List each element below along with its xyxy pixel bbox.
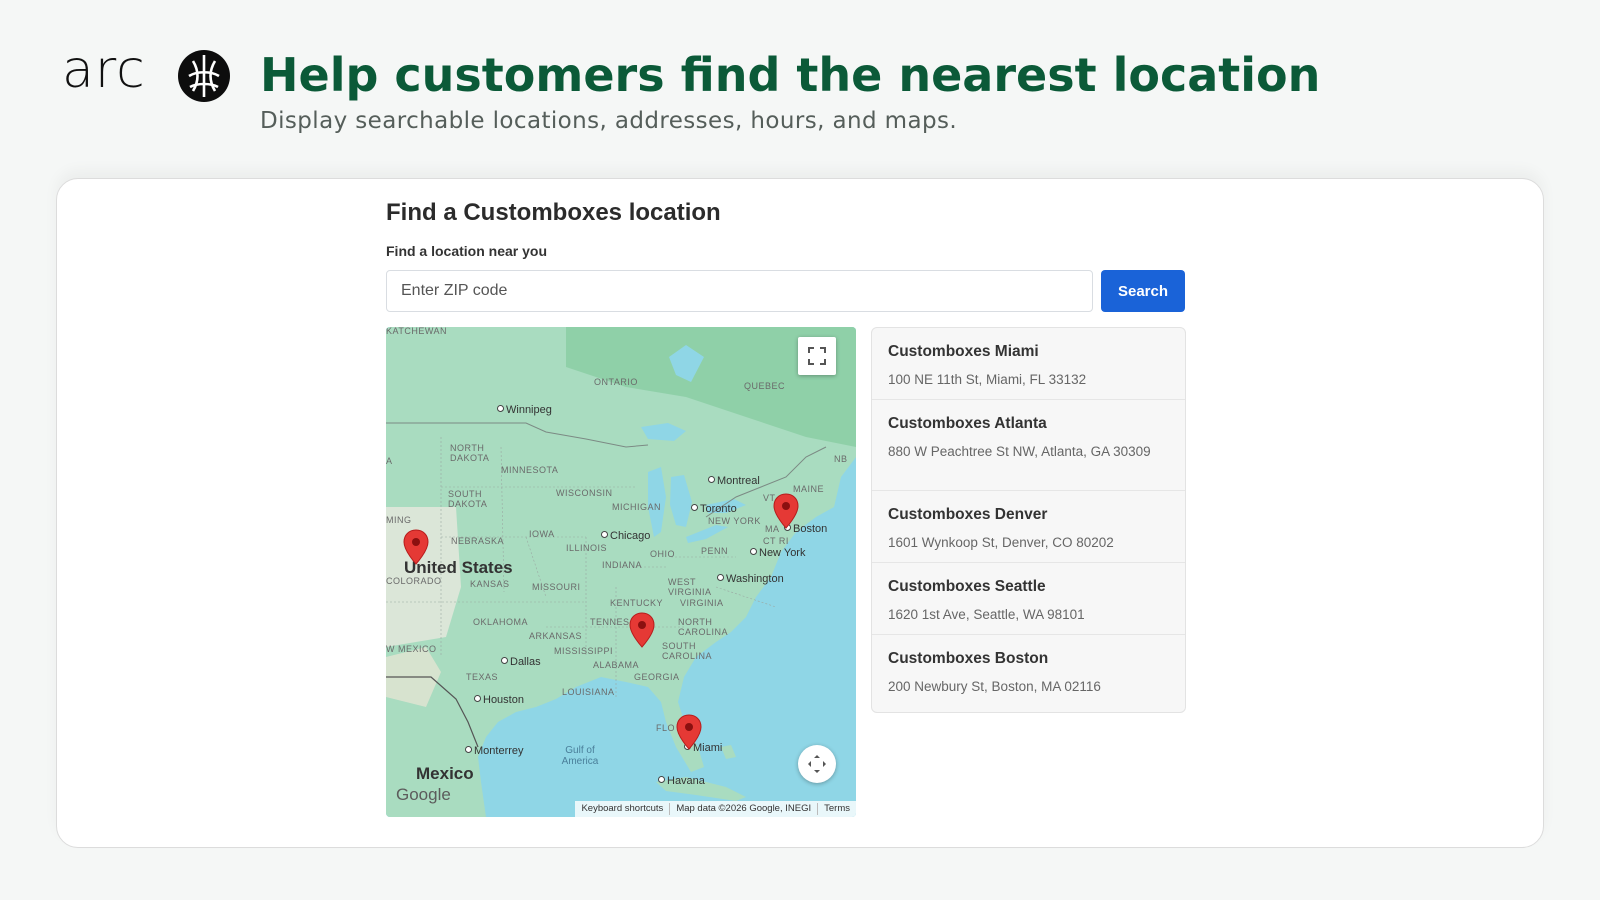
- location-item[interactable]: Customboxes Denver 1601 Wynkoop St, Denv…: [872, 491, 1185, 563]
- map-label-kentucky: KENTUCKY: [610, 598, 664, 608]
- map-city-winnipeg: Winnipeg: [497, 405, 552, 416]
- map-city-houston: Houston: [474, 695, 524, 706]
- map-pin-denver[interactable]: [403, 529, 429, 565]
- map-label-iowa: IOWA: [529, 529, 555, 539]
- map-city-washington: Washington: [717, 574, 784, 585]
- arc-globe-icon: [178, 50, 230, 102]
- location-address: 1601 Wynkoop St, Denver, CO 80202: [888, 535, 1114, 550]
- pan-arrows-icon: [808, 755, 826, 773]
- map-label-oklahoma: OKLAHOMA: [473, 617, 529, 627]
- location-item[interactable]: Customboxes Miami 100 NE 11th St, Miami,…: [872, 328, 1185, 400]
- map-label-west-virginia: WEST VIRGINIA: [668, 577, 712, 597]
- map-label-quebec: QUEBEC: [744, 381, 786, 391]
- map-label-nb: NB: [834, 454, 848, 464]
- location-address: 200 Newbury St, Boston, MA 02116: [888, 679, 1101, 694]
- location-address: 100 NE 11th St, Miami, FL 33132: [888, 372, 1087, 387]
- map-label-south-carolina: SOUTH CAROLINA: [662, 641, 713, 661]
- terms-link[interactable]: Terms: [818, 803, 856, 815]
- store-locator-card: Find a Customboxes location Find a locat…: [56, 178, 1544, 848]
- map-city-toronto: Toronto: [691, 504, 737, 515]
- map-label-michigan: MICHIGAN: [612, 502, 661, 512]
- map-label-georgia: GEORGIA: [634, 672, 680, 682]
- keyboard-shortcuts-link[interactable]: Keyboard shortcuts: [575, 803, 671, 815]
- map-city-montreal: Montreal: [708, 476, 760, 487]
- map-label-indiana: INDIANA: [602, 560, 643, 570]
- location-name: Customboxes Seattle: [888, 578, 1046, 595]
- store-locator: Find a Customboxes location Find a locat…: [386, 199, 1186, 839]
- map-label-arkansas: ARKANSAS: [529, 631, 583, 641]
- location-name: Customboxes Atlanta: [888, 415, 1047, 432]
- map-label-mississippi: MISSISSIPPI: [554, 646, 614, 656]
- location-name: Customboxes Miami: [888, 343, 1039, 360]
- location-item[interactable]: Customboxes Atlanta 880 W Peachtree St N…: [872, 400, 1185, 491]
- map-label-nebraska: NEBRASKA: [451, 536, 505, 546]
- map-label-missouri: MISSOURI: [532, 582, 581, 592]
- page-title: Help customers find the nearest location: [260, 48, 1321, 102]
- map-label-penn: PENN: [701, 546, 729, 556]
- map-city-monterrey: Monterrey: [465, 746, 524, 757]
- map-label-new-mexico: W MEXICO: [386, 644, 437, 654]
- map-label-saskatchewan: KATCHEWAN: [386, 327, 448, 336]
- location-item[interactable]: Customboxes Seattle 1620 1st Ave, Seattl…: [872, 563, 1185, 635]
- map-data-credit: Map data ©2026 Google, INEGI: [670, 803, 819, 815]
- map-label-north-dakota: NORTH DAKOTA: [450, 443, 490, 463]
- map-label-kansas: KANSAS: [470, 579, 510, 589]
- fullscreen-icon: [808, 347, 826, 365]
- location-item[interactable]: Customboxes Boston 200 Newbury St, Bosto…: [872, 635, 1185, 707]
- fullscreen-button[interactable]: [798, 337, 836, 375]
- page-subtitle: Display searchable locations, addresses,…: [260, 108, 958, 134]
- zip-input[interactable]: [386, 270, 1093, 312]
- locations-map[interactable]: KATCHEWAN ONTARIO QUEBEC Winnipeg NORTH …: [386, 327, 856, 817]
- location-name: Customboxes Denver: [888, 506, 1048, 523]
- map-label-texas: TEXAS: [466, 672, 499, 682]
- map-label-ohio: OHIO: [650, 549, 676, 559]
- map-attribution: Keyboard shortcuts Map data ©2026 Google…: [575, 801, 856, 817]
- map-label-virginia: VIRGINIA: [680, 598, 724, 608]
- map-label-a: A: [386, 456, 393, 466]
- location-name: Customboxes Boston: [888, 650, 1049, 667]
- camera-control-button[interactable]: [798, 745, 836, 783]
- location-address: 880 W Peachtree St NW, Atlanta, GA 30309: [888, 444, 1151, 459]
- finder-title: Find a Customboxes location: [386, 199, 721, 226]
- map-pin-boston[interactable]: [773, 493, 799, 529]
- map-label-tennessee: TENNES: [590, 617, 630, 627]
- search-button[interactable]: Search: [1101, 270, 1185, 312]
- location-list: Customboxes Miami 100 NE 11th St, Miami,…: [871, 327, 1186, 713]
- location-address: 1620 1st Ave, Seattle, WA 98101: [888, 607, 1085, 622]
- map-label-illinois: ILLINOIS: [566, 543, 608, 553]
- map-label-florida: FLO: [656, 723, 676, 733]
- map-city-dallas: Dallas: [501, 657, 541, 668]
- map-label-ontario: ONTARIO: [594, 377, 638, 387]
- arc-logo: arc: [62, 40, 232, 102]
- page-header: arc Help customers find the nearest loca…: [62, 40, 1542, 144]
- map-label-alabama: ALABAMA: [593, 660, 640, 670]
- search-label: Find a location near you: [386, 243, 548, 259]
- map-city-chicago: Chicago: [601, 531, 650, 542]
- map-label-minnesota: MINNESOTA: [501, 465, 559, 475]
- map-city-new-york: New York: [750, 548, 805, 559]
- google-logo: Google: [396, 785, 451, 804]
- map-city-havana: Havana: [658, 776, 705, 787]
- map-label-wyoming: MING: [386, 515, 412, 525]
- map-label-ct-ri: CT RI: [763, 536, 789, 546]
- map-label-south-dakota: SOUTH DAKOTA: [448, 489, 488, 509]
- map-pin-atlanta[interactable]: [629, 612, 655, 648]
- logo-wordmark: arc: [62, 40, 146, 100]
- map-label-wisconsin: WISCONSIN: [556, 488, 613, 498]
- map-label-gulf: Gulf of America: [561, 745, 599, 767]
- map-label-colorado: COLORADO: [386, 576, 442, 586]
- map-label-mexico: Mexico: [416, 764, 474, 783]
- map-pin-miami[interactable]: [676, 714, 702, 750]
- map-label-new-york-state: NEW YORK: [708, 516, 761, 526]
- map-label-louisiana: LOUISIANA: [562, 687, 615, 697]
- map-label-north-carolina: NORTH CAROLINA: [678, 617, 729, 637]
